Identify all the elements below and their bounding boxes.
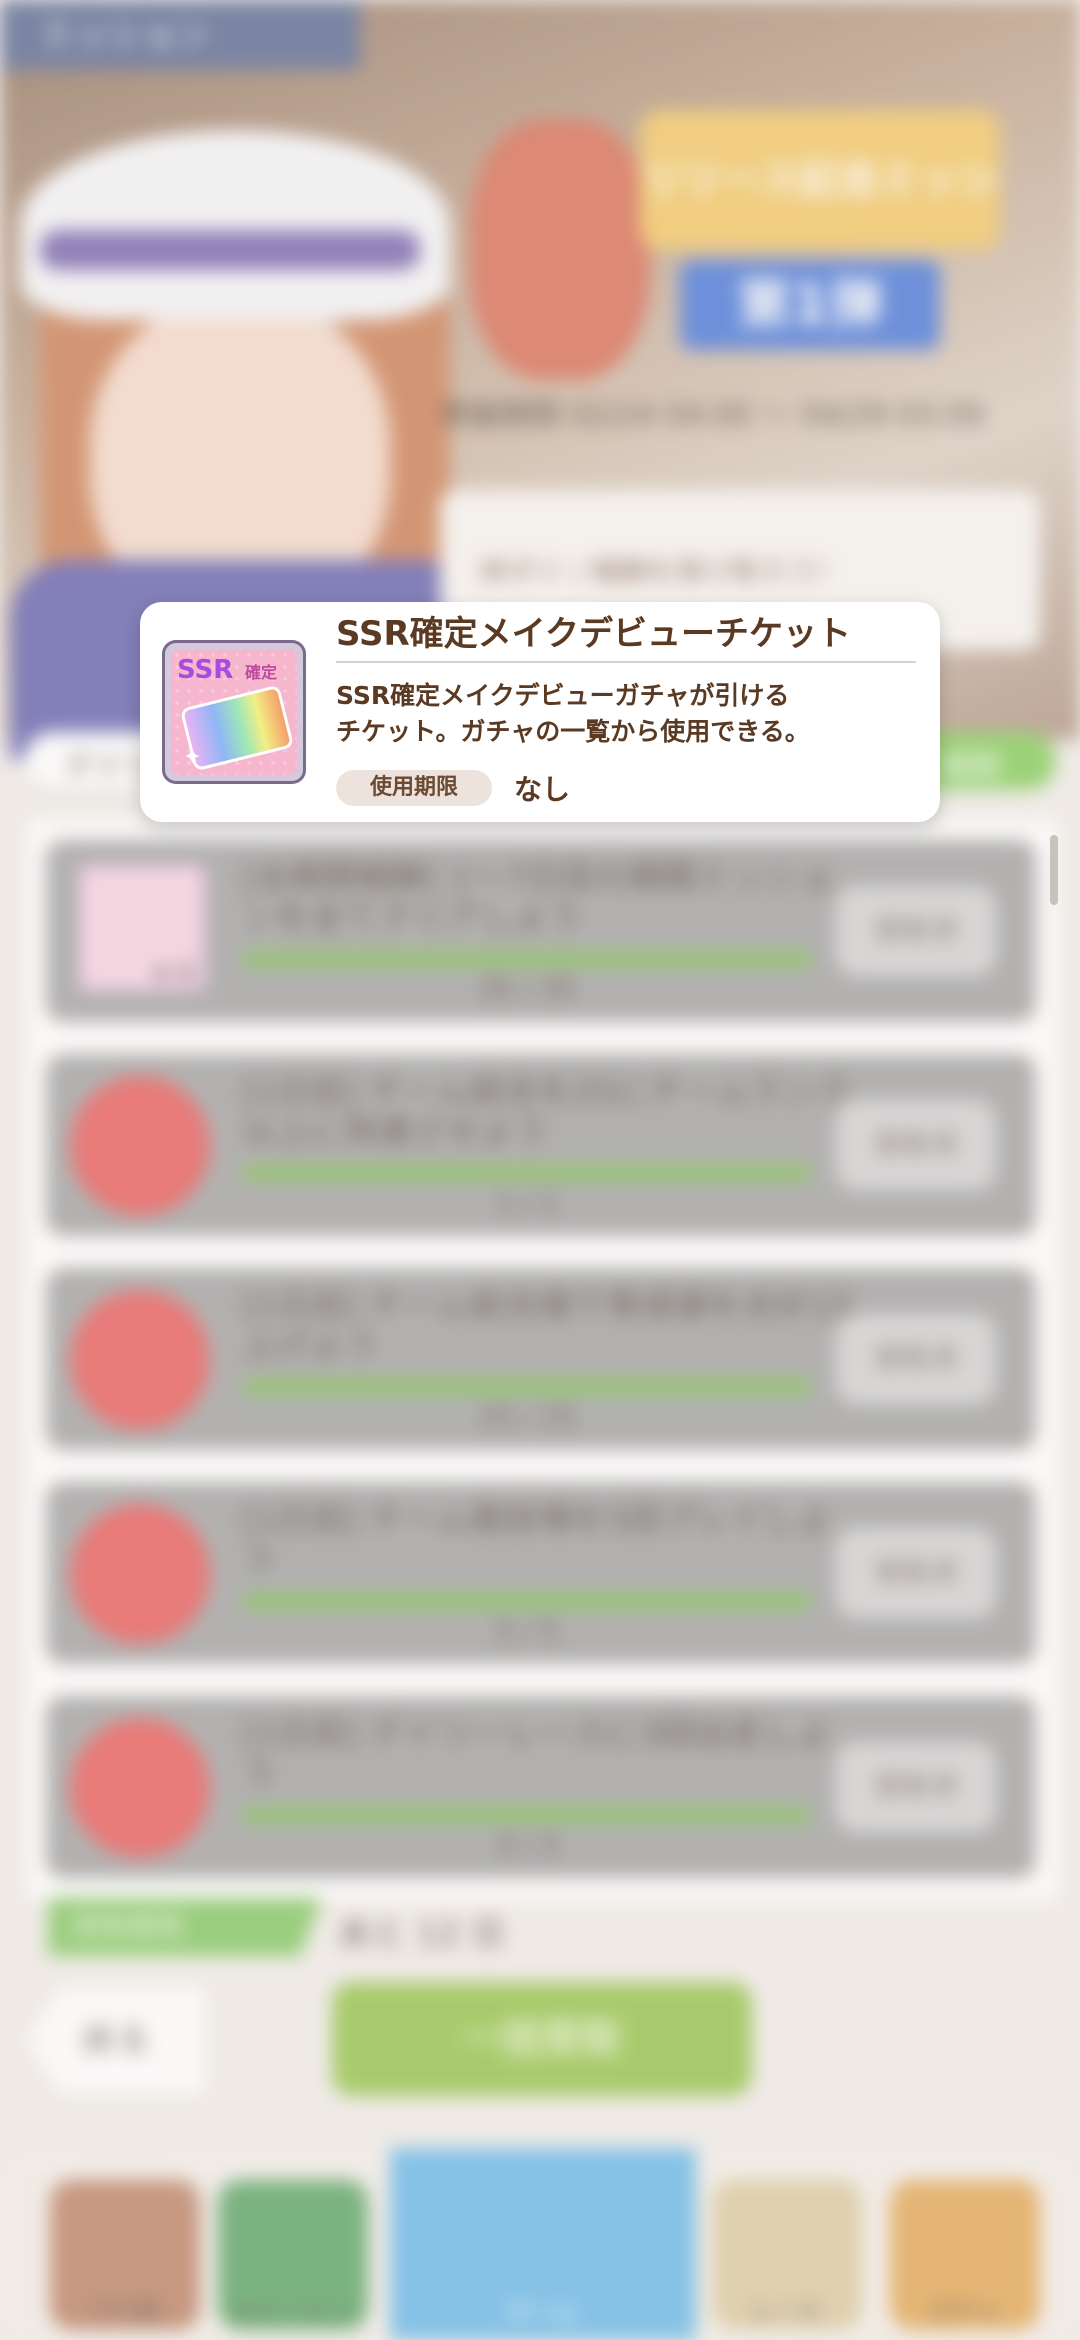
nav-story-label: ストーリー: [232, 2298, 352, 2326]
banner-period: 開催期間 02/24 04:00 ～ 04/29 03:59: [440, 398, 984, 433]
character-hat-band: [40, 230, 420, 270]
ssr-ticket-icon-bg: SSR 確定 ✦: [171, 649, 297, 775]
mission-progress-bar: [242, 1380, 812, 1394]
expiry-label: 受取期限: [48, 1898, 322, 1956]
reward-quantity: x 1: [154, 958, 195, 986]
mission-row: [1日目] チーム総合値で育成値を合計15上げよう 15 / 15 受取済: [46, 1268, 1036, 1450]
usage-expiry-tag: 使用期限: [336, 770, 492, 806]
chibi-character: [470, 120, 650, 380]
mission-row: [1日目] デイリーレースに3回出走しよう 3 / 3 受取済: [46, 1696, 1036, 1878]
mission-progress-bar: [242, 1166, 812, 1180]
mission-progress-bar: [242, 1808, 812, 1822]
list-scrollbar[interactable]: [1050, 835, 1058, 905]
popup-title: SSR確定メイクデビューチケット: [336, 606, 916, 663]
mission-claimed-button[interactable]: 受取済: [836, 886, 996, 976]
popup-description-line: チケット。ガチャの一覧から使用できる。: [336, 717, 810, 746]
mission-progress-bar: [242, 952, 812, 966]
mission-claimed-button[interactable]: 受取済: [836, 1100, 996, 1190]
mission-text: [全期間報酬] 1～7日目の期間ミッションを全てクリアしよう: [242, 858, 833, 938]
receive-all-button[interactable]: 一括受取: [332, 1982, 752, 2096]
item-detail-popup: SSR 確定 ✦ SSR確定メイクデビューチケット SSR確定メイクデビューガチ…: [140, 602, 940, 822]
nav-umamusume-label: ウマ娘: [88, 2298, 160, 2326]
mission-count: 15 / 15: [477, 1400, 577, 1433]
expiry-value: あと 12 日: [338, 1914, 505, 1954]
nav-home-label: ホーム: [506, 2298, 578, 2326]
mission-count: 5 / 5: [495, 1614, 559, 1647]
ssr-icon-sub: 確定: [245, 663, 278, 682]
jewel-reward-icon[interactable]: [70, 1076, 210, 1216]
character-hat: [20, 130, 450, 320]
mission-text: [1日目] デイリーレースに3回出走しよう: [242, 1714, 831, 1794]
ssr-ticket-icon: SSR 確定 ✦: [162, 640, 306, 784]
header-tab: ミッション: [0, 0, 360, 70]
background-mission-screen: ミッション リリース記念ミッション 第1弾 開催期間 02/24 04:00 ～…: [0, 0, 1080, 2340]
popup-description-line: SSR確定メイクデビューガチャが引ける: [336, 681, 790, 710]
nav-gacha-label: ガチャ: [928, 2298, 1000, 2326]
mission-count: 1 / 1: [495, 1186, 559, 1219]
jewel-reward-icon[interactable]: [70, 1290, 210, 1430]
banner-badge: 第1弾: [680, 260, 940, 350]
mission-row: [1日目] チーム総合を25にチームランク以上に到達させよう 1 / 1 受取済: [46, 1054, 1036, 1236]
usage-expiry-value: なし: [514, 773, 571, 806]
banner-promo: 絆ポイ / 報酬を受け取ろう！: [480, 555, 844, 588]
mission-progress-bar: [242, 1594, 812, 1608]
back-button[interactable]: 戻る: [28, 1988, 204, 2092]
mission-count: 3 / 3: [495, 1828, 559, 1861]
popup-description: SSR確定メイクデビューガチャが引ける チケット。ガチャの一覧から使用できる。: [336, 678, 896, 750]
sparkle-icon: ✦: [183, 745, 202, 770]
jewel-reward-icon[interactable]: [70, 1504, 210, 1644]
mission-row: x 1 [全期間報酬] 1～7日目の期間ミッションを全てクリアしよう 35 / …: [46, 840, 1036, 1022]
mission-claimed-button[interactable]: 受取済: [836, 1314, 996, 1404]
jewel-reward-icon[interactable]: [70, 1718, 210, 1858]
nav-race-label: レース: [750, 2298, 822, 2326]
banner-title: リリース記念ミッション: [640, 110, 1000, 343]
mission-text: [1日目] チーム競技場を5回プレイしよう: [242, 1500, 832, 1580]
ssr-icon-label: SSR: [177, 655, 234, 685]
tab-period-label: 期間: [940, 750, 1000, 785]
mission-row: [1日目] チーム競技場を5回プレイしよう 5 / 5 受取済: [46, 1482, 1036, 1664]
mission-count: 35 / 35: [477, 972, 577, 1005]
mission-claimed-button[interactable]: 受取済: [836, 1528, 996, 1618]
mission-claimed-button[interactable]: 受取済: [836, 1742, 996, 1832]
mission-text: [1日目] チーム総合を25にチームランク以上に到達させよう: [242, 1072, 851, 1152]
mission-text: [1日目] チーム総合値で育成値を合計15上げよう: [242, 1286, 854, 1366]
